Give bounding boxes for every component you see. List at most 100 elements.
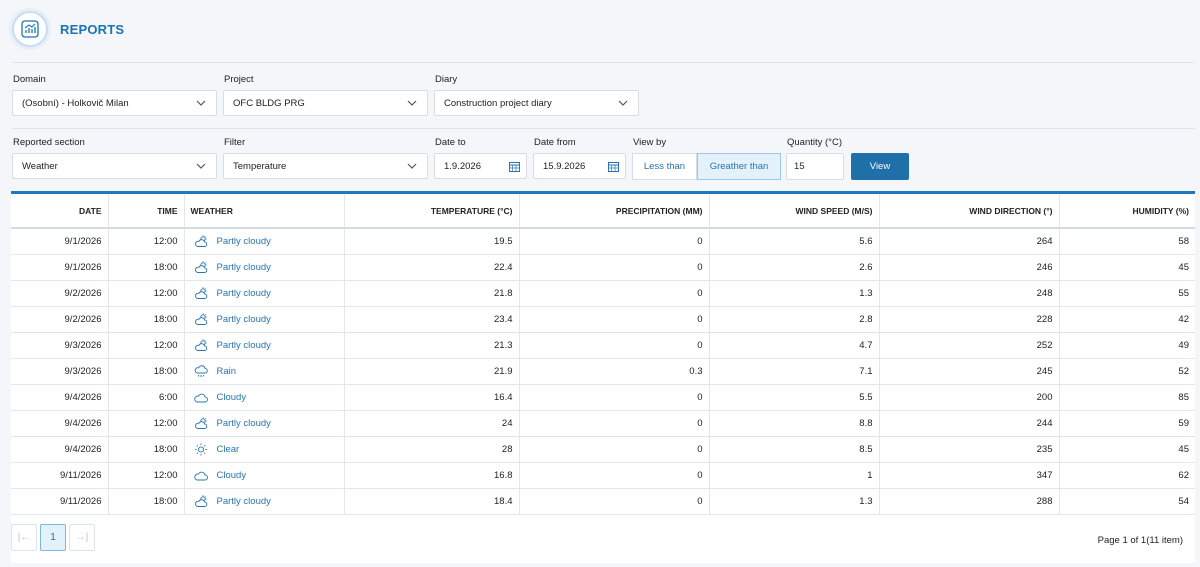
cell-wind-speed: 8.8 xyxy=(709,410,880,437)
chevron-down-icon xyxy=(618,100,628,106)
weather-link[interactable]: Partly cloudy xyxy=(217,340,271,351)
section-select[interactable]: Weather xyxy=(12,153,217,179)
divider xyxy=(12,128,1195,129)
column-header-date[interactable]: DATE xyxy=(11,194,109,229)
diary-select[interactable]: Construction project diary xyxy=(434,90,639,116)
last-page-button[interactable]: →| xyxy=(69,524,95,551)
cell-temperature: 16.4 xyxy=(344,384,520,411)
cell-precipitation: 0 xyxy=(519,280,710,307)
cell-weather: Partly cloudy xyxy=(184,280,345,307)
date-from-label: Date from xyxy=(534,137,576,148)
cell-time: 18:00 xyxy=(108,254,185,281)
date-to-value: 1.9.2026 xyxy=(444,160,481,172)
table-row[interactable]: 9/3/2026 18:00 Rain 21.9 0.3 7.1 245 52 xyxy=(11,358,1195,385)
diary-value: Construction project diary xyxy=(444,97,552,109)
cell-humidity: 62 xyxy=(1059,462,1195,489)
cell-time: 18:00 xyxy=(108,306,185,333)
weather-link[interactable]: Cloudy xyxy=(217,470,247,481)
domain-select[interactable]: (Osobní) - Holkovič Milan xyxy=(12,90,217,116)
weather-link[interactable]: Rain xyxy=(217,366,237,377)
quantity-input[interactable]: 15 xyxy=(786,153,844,180)
page-button-1[interactable]: 1 xyxy=(40,524,66,551)
column-header-humidity[interactable]: HUMIDITY (%) xyxy=(1059,194,1195,229)
cell-precipitation: 0 xyxy=(519,332,710,359)
weather-link[interactable]: Partly cloudy xyxy=(217,236,271,247)
cell-date: 9/4/2026 xyxy=(11,384,109,411)
cell-wind-direction: 264 xyxy=(879,228,1060,255)
date-from-input[interactable]: 15.9.2026 xyxy=(533,153,626,179)
table-row[interactable]: 9/1/2026 18:00 Partly cloudy 22.4 0 2.6 246 45 xyxy=(11,254,1195,281)
column-header-temperature[interactable]: TEMPERATURE (°C) xyxy=(344,194,520,229)
greater-than-toggle[interactable]: Greather than xyxy=(697,153,781,180)
weather-link[interactable]: Cloudy xyxy=(217,392,247,403)
table-row[interactable]: 9/2/2026 18:00 Partly cloudy 23.4 0 2.8 228 42 xyxy=(11,306,1195,333)
cell-humidity: 45 xyxy=(1059,254,1195,281)
cell-time: 6:00 xyxy=(108,384,185,411)
partly-cloudy-icon xyxy=(191,286,217,300)
cell-time: 12:00 xyxy=(108,462,185,489)
cell-wind-direction: 248 xyxy=(879,280,1060,307)
partly-cloudy-icon xyxy=(191,416,217,430)
weather-link[interactable]: Partly cloudy xyxy=(217,314,271,325)
less-than-toggle[interactable]: Less than xyxy=(632,153,697,180)
report-chart-icon xyxy=(12,11,48,47)
cell-temperature: 21.9 xyxy=(344,358,520,385)
weather-link[interactable]: Clear xyxy=(217,444,240,455)
weather-link[interactable]: Partly cloudy xyxy=(217,262,271,273)
table-row[interactable]: 9/3/2026 12:00 Partly cloudy 21.3 0 4.7 252 49 xyxy=(11,332,1195,359)
cell-temperature: 24 xyxy=(344,410,520,437)
cell-weather: Cloudy xyxy=(184,384,345,411)
cell-wind-speed: 5.6 xyxy=(709,228,880,255)
partly-cloudy-icon xyxy=(191,235,217,248)
cell-temperature: 18.4 xyxy=(344,488,520,515)
weather-link[interactable]: Partly cloudy xyxy=(217,288,271,299)
first-page-button[interactable]: |← xyxy=(11,524,37,551)
table-row[interactable]: 9/1/2026 12:00 Partly cloudy 19.5 0 5.6 264 58 xyxy=(11,228,1195,255)
cell-date: 9/1/2026 xyxy=(11,228,109,255)
table-header-row: DATE TIME WEATHER TEMPERATURE (°C) PRECI… xyxy=(11,194,1195,229)
date-to-label: Date to xyxy=(435,137,466,148)
filter-select[interactable]: Temperature xyxy=(223,153,428,179)
project-select[interactable]: OFC BLDG PRG xyxy=(223,90,428,116)
date-to-input[interactable]: 1.9.2026 xyxy=(434,153,527,179)
domain-label: Domain xyxy=(13,74,46,85)
cell-humidity: 49 xyxy=(1059,332,1195,359)
results-table-card: DATE TIME WEATHER TEMPERATURE (°C) PRECI… xyxy=(11,191,1195,563)
pagination: |← 1 →| xyxy=(11,524,98,551)
cell-wind-direction: 228 xyxy=(879,306,1060,333)
weather-link[interactable]: Partly cloudy xyxy=(217,496,271,507)
column-header-wind-direction[interactable]: WIND DIRECTION (°) xyxy=(879,194,1060,229)
cell-wind-speed: 5.5 xyxy=(709,384,880,411)
cell-wind-speed: 2.6 xyxy=(709,254,880,281)
cell-humidity: 55 xyxy=(1059,280,1195,307)
column-header-time[interactable]: TIME xyxy=(108,194,185,229)
view-button[interactable]: View xyxy=(851,153,909,180)
cloudy-icon xyxy=(191,391,217,404)
cell-date: 9/11/2026 xyxy=(11,462,109,489)
cell-date: 9/11/2026 xyxy=(11,488,109,515)
cell-wind-direction: 245 xyxy=(879,358,1060,385)
column-header-precipitation[interactable]: PRECIPITATION (MM) xyxy=(519,194,710,229)
cell-weather: Partly cloudy xyxy=(184,254,345,281)
cell-date: 9/3/2026 xyxy=(11,332,109,359)
column-header-weather[interactable]: WEATHER xyxy=(184,194,345,229)
table-row[interactable]: 9/11/2026 12:00 Cloudy 16.8 0 1 347 62 xyxy=(11,462,1195,489)
cell-date: 9/2/2026 xyxy=(11,306,109,333)
calendar-icon[interactable] xyxy=(509,161,520,172)
cell-humidity: 52 xyxy=(1059,358,1195,385)
cell-precipitation: 0.3 xyxy=(519,358,710,385)
table-row[interactable]: 9/11/2026 18:00 Partly cloudy 18.4 0 1.3 288 54 xyxy=(11,488,1195,515)
table-row[interactable]: 9/4/2026 18:00 Clear 28 0 8.5 235 45 xyxy=(11,436,1195,463)
diary-label: Diary xyxy=(435,74,458,85)
partly-cloudy-icon xyxy=(191,338,217,352)
table-row[interactable]: 9/4/2026 6:00 Cloudy 16.4 0 5.5 200 85 xyxy=(11,384,1195,411)
table-row[interactable]: 9/4/2026 12:00 Partly cloudy 24 0 8.8 244 59 xyxy=(11,410,1195,437)
weather-link[interactable]: Partly cloudy xyxy=(217,418,271,429)
table-row[interactable]: 9/2/2026 12:00 Partly cloudy 21.8 0 1.3 248 55 xyxy=(11,280,1195,307)
cell-wind-speed: 8.5 xyxy=(709,436,880,463)
filter-value: Temperature xyxy=(233,160,287,172)
cell-weather: Partly cloudy xyxy=(184,228,345,255)
project-value: OFC BLDG PRG xyxy=(233,97,305,109)
calendar-icon[interactable] xyxy=(608,161,619,172)
column-header-wind-speed[interactable]: WIND SPEED (M/S) xyxy=(709,194,880,229)
